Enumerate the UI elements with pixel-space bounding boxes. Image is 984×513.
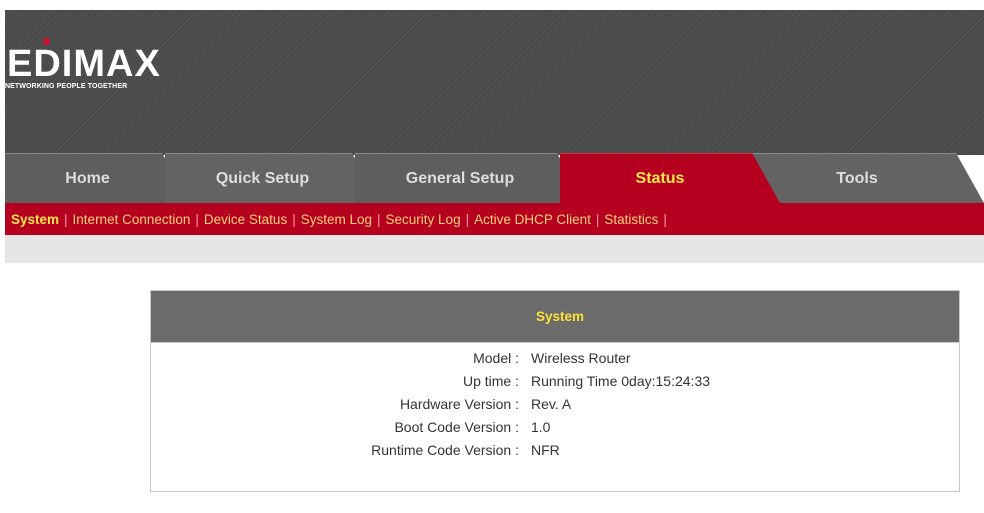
- submenu-separator: |: [292, 211, 296, 227]
- submenu-active-dhcp-client[interactable]: Active DHCP Client: [474, 212, 591, 227]
- panel-title: System: [151, 291, 959, 343]
- submenu-system[interactable]: System: [11, 212, 59, 227]
- main-nav-tabs: Home Quick Setup General Setup Tools Sta…: [5, 153, 984, 203]
- info-label: Model :: [473, 350, 519, 366]
- content-top-bar: [5, 235, 984, 263]
- submenu-statistics[interactable]: Statistics: [604, 212, 658, 227]
- info-value: NFR: [531, 442, 560, 458]
- tab-quick-setup[interactable]: Quick Setup: [165, 153, 380, 203]
- submenu-separator: |: [595, 211, 600, 227]
- info-row-hardware-version: Hardware Version : Rev. A: [151, 393, 959, 416]
- page-header: EDIMAX NETWORKING PEOPLE TOGETHER: [5, 10, 984, 155]
- submenu-system-log[interactable]: System Log: [301, 212, 372, 227]
- status-submenu: System | Internet Connection | Device St…: [5, 203, 984, 235]
- submenu-separator: |: [195, 211, 199, 227]
- submenu-separator: |: [377, 211, 381, 227]
- tab-general-setup[interactable]: General Setup: [355, 153, 585, 203]
- submenu-separator: |: [465, 211, 470, 227]
- info-label: Hardware Version :: [399, 396, 519, 412]
- info-label: Up time :: [462, 373, 519, 389]
- info-label: Boot Code Version :: [394, 419, 519, 435]
- info-row-runtime-code-version: Runtime Code Version : NFR: [151, 439, 959, 462]
- tab-home[interactable]: Home: [5, 153, 190, 203]
- submenu-device-status[interactable]: Device Status: [204, 212, 287, 227]
- submenu-security-log[interactable]: Security Log: [386, 212, 461, 227]
- submenu-internet-connection[interactable]: Internet Connection: [73, 212, 191, 227]
- tab-home-label: Home: [65, 169, 110, 187]
- info-label: Runtime Code Version :: [371, 442, 519, 458]
- info-value: 1.0: [531, 419, 551, 435]
- tab-status[interactable]: Status: [560, 153, 780, 203]
- info-value: Rev. A: [531, 396, 572, 412]
- tab-status-label: Status: [635, 169, 685, 187]
- tab-quick-setup-label: Quick Setup: [215, 169, 310, 187]
- edimax-logo: EDIMAX NETWORKING PEOPLE TOGETHER: [5, 38, 185, 98]
- info-row-model: Model : Wireless Router: [151, 347, 959, 370]
- tab-tools-label: Tools: [836, 169, 878, 187]
- system-info-panel: System Model : Wireless Router Up time :…: [150, 290, 960, 492]
- info-row-boot-code-version: Boot Code Version : 1.0: [151, 416, 959, 439]
- info-value: Running Time 0day:15:24:33: [531, 373, 711, 389]
- logo-dot: [43, 38, 50, 45]
- submenu-separator: |: [663, 211, 667, 227]
- info-value: Wireless Router: [531, 350, 631, 366]
- info-row-uptime: Up time : Running Time 0day:15:24:33: [151, 370, 959, 393]
- logo-wordmark: EDIMAX: [7, 43, 161, 85]
- logo-tagline: NETWORKING PEOPLE TOGETHER: [5, 83, 128, 90]
- tab-general-setup-label: General Setup: [405, 169, 515, 187]
- submenu-separator: |: [64, 211, 68, 227]
- tab-tools[interactable]: Tools: [750, 153, 984, 203]
- system-info-rows: Model : Wireless Router Up time : Runnin…: [151, 347, 959, 462]
